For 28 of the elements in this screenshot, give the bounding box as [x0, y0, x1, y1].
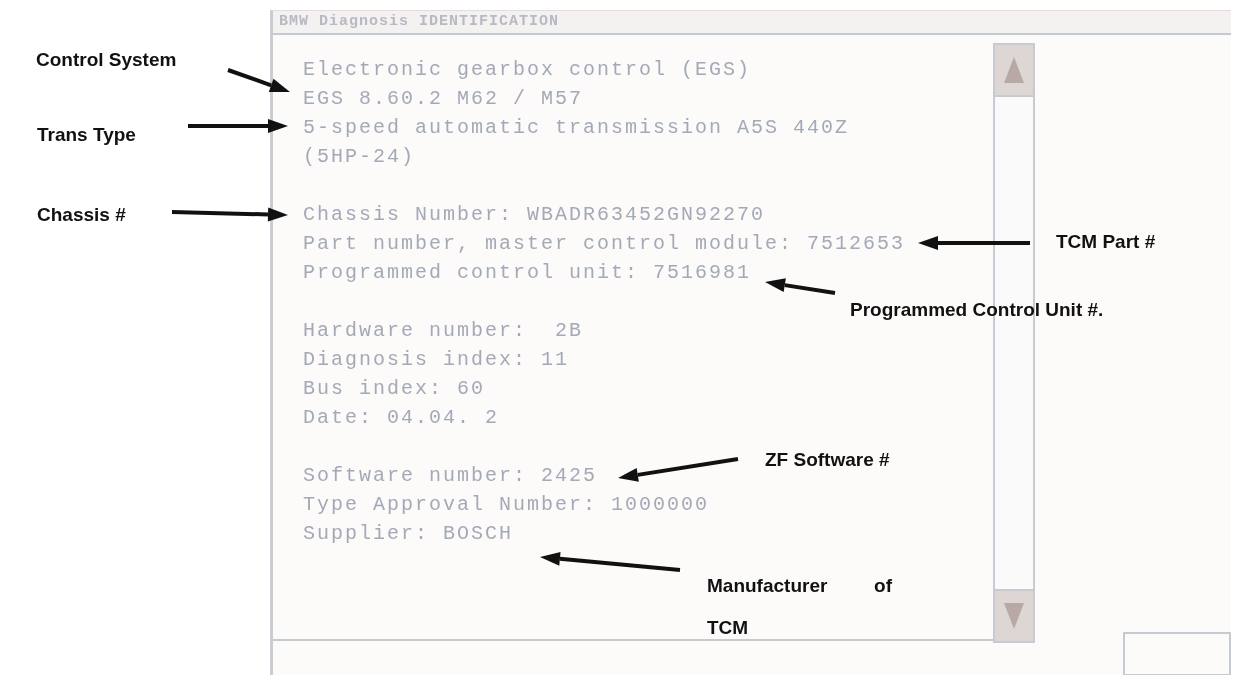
info-line: Part number, master control module: 7512653: [303, 231, 906, 257]
info-line: (5HP-24): [303, 144, 415, 170]
info-line: 5-speed automatic transmission A5S 440Z: [303, 115, 850, 141]
info-line: Hardware number: 2B: [303, 318, 584, 344]
down-triangle-icon: [1003, 601, 1025, 631]
scroll-down-button[interactable]: [995, 589, 1033, 641]
arrow: [227, 68, 290, 92]
info-line: Electronic gearbox control (EGS): [303, 57, 752, 83]
info-line: Supplier: BOSCH: [303, 521, 514, 547]
info-line: EGS 8.60.2 M62 / M57: [303, 86, 584, 112]
annotation-label: Manufacturer of TCM: [707, 574, 892, 640]
info-line: Software number: 2425: [303, 463, 598, 489]
info-line: Bus index: 60: [303, 376, 486, 402]
info-line: Type Approval Number: 1000000: [303, 492, 710, 518]
arrow: [765, 278, 836, 295]
info-line: Diagnosis index: 11: [303, 347, 570, 373]
info-line: Chassis Number: WBADR63452GN92270: [303, 202, 766, 228]
info-line: Programmed control unit: 7516981: [303, 260, 752, 286]
annotation-label: ZF Software #: [765, 449, 890, 471]
annotation-label: Trans Type: [37, 124, 136, 146]
window-title: BMW Diagnosis IDENTIFICATION: [273, 11, 1231, 35]
annotation-label: TCM Part #: [1056, 231, 1156, 253]
up-triangle-icon: [1003, 55, 1025, 85]
scroll-up-button[interactable]: [995, 45, 1033, 97]
annotation-label: Control System: [36, 49, 177, 71]
annotation-label: Chassis #: [37, 204, 126, 226]
annotation-label: Programmed Control Unit #.: [850, 299, 1104, 321]
info-line: Date: 04.04. 2: [303, 405, 500, 431]
